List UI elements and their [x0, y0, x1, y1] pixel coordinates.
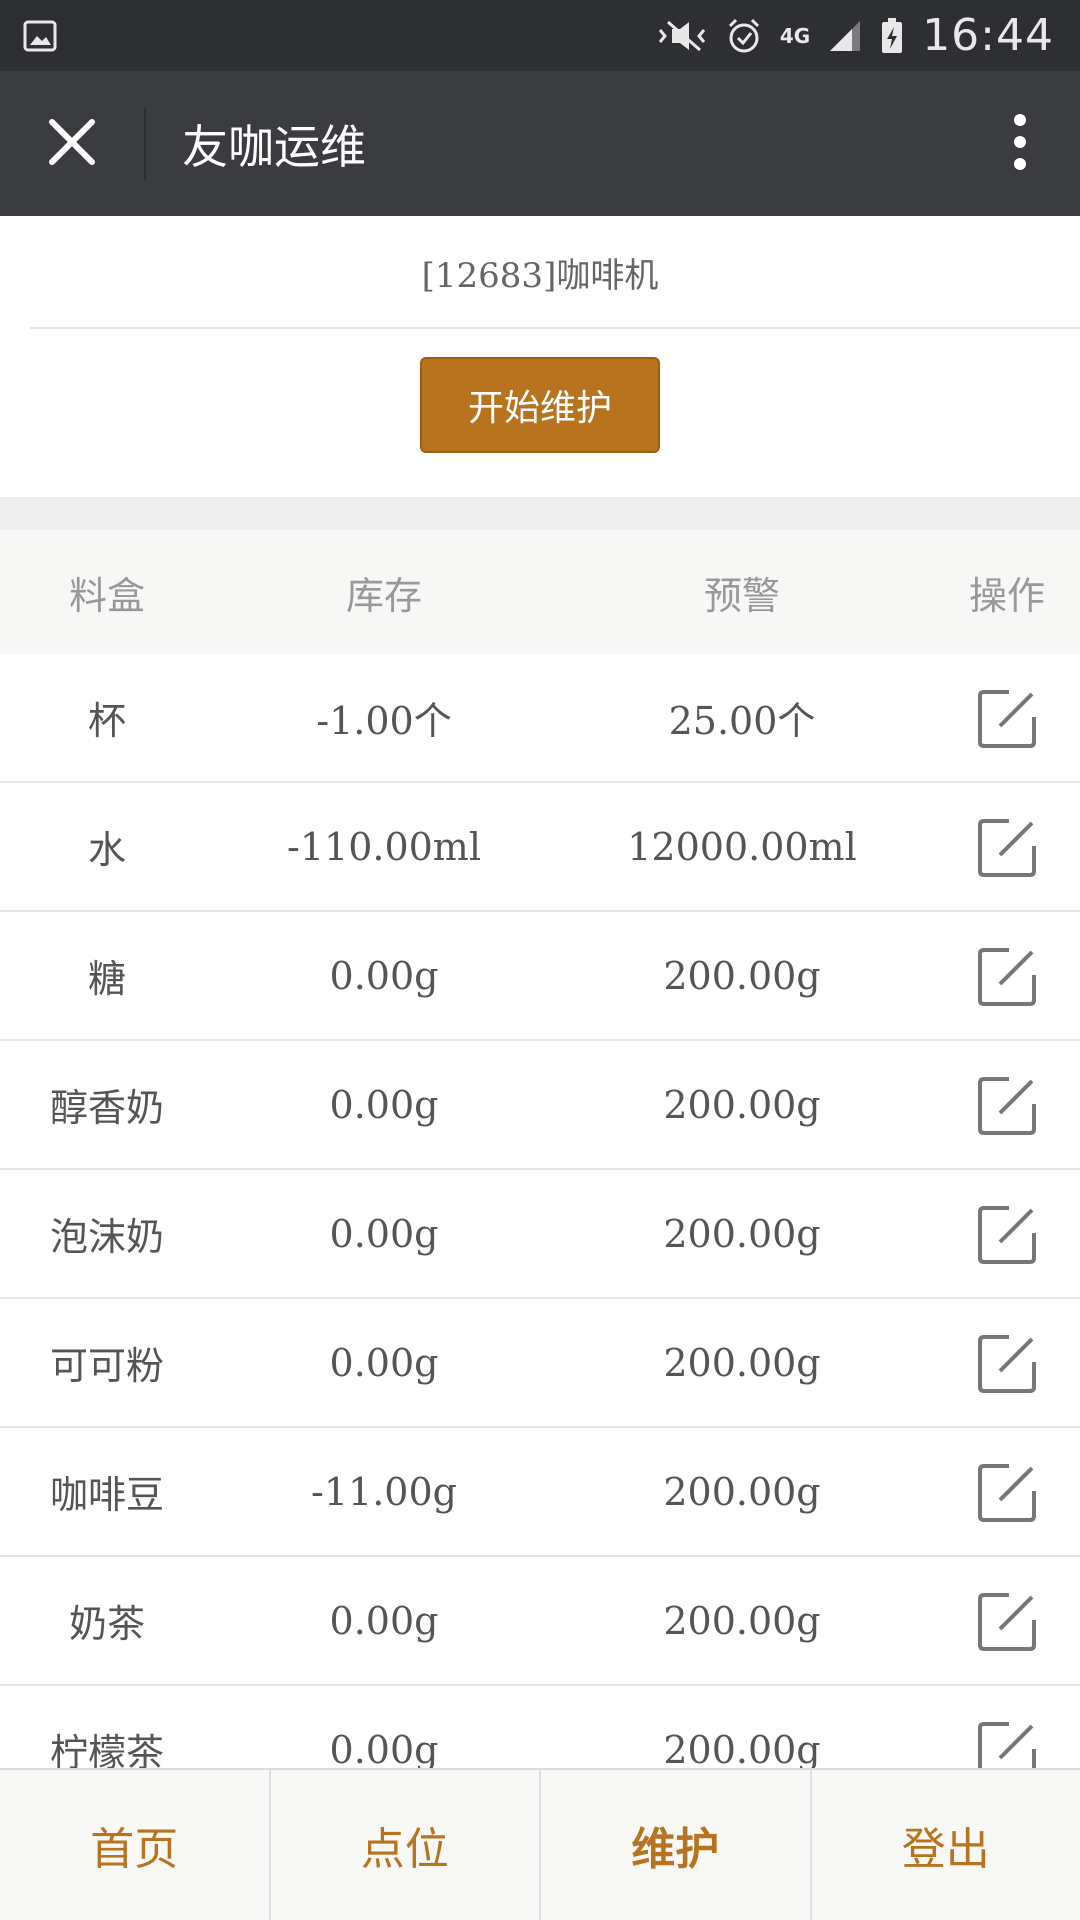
cell-stock: 0.00g: [329, 1727, 439, 1772]
cell-warning: 200.00g: [663, 1727, 821, 1772]
status-bar: 4G 16:44: [0, 0, 1080, 71]
alarm-icon: [726, 17, 762, 55]
nav-locations[interactable]: 点位: [271, 1770, 541, 1920]
device-name: [12683]咖啡机: [421, 255, 659, 296]
edit-icon[interactable]: [976, 1075, 1038, 1137]
cell-box: 泡沫奶: [49, 1215, 164, 1259]
table-row: 水 -110.00ml 12000.00ml: [0, 783, 1080, 912]
cell-warning: 200.00g: [663, 1340, 821, 1385]
title-divider: [144, 107, 146, 180]
table-row: 泡沫奶 0.00g 200.00g: [0, 1170, 1080, 1299]
cell-warning: 12000.00ml: [627, 824, 857, 869]
header-action: 操作: [968, 573, 1045, 618]
start-maintenance-button[interactable]: 开始维护: [420, 357, 660, 453]
table-row: 咖啡豆 -11.00g 200.00g: [0, 1428, 1080, 1557]
more-menu-button[interactable]: [960, 71, 1080, 216]
edit-icon[interactable]: [976, 817, 1038, 879]
cell-stock: 0.00g: [329, 1082, 439, 1127]
table-row: 可可粉 0.00g 200.00g: [0, 1299, 1080, 1428]
cell-stock: -1.00个: [316, 699, 452, 743]
cell-warning: 200.00g: [663, 1598, 821, 1643]
cell-box: 奶茶: [68, 1602, 145, 1646]
table-header: 料盒 库存 预警 操作: [0, 530, 1080, 654]
cell-warning: 200.00g: [663, 953, 821, 998]
cell-warning: 200.00g: [663, 1082, 821, 1127]
edit-icon[interactable]: [976, 1462, 1038, 1524]
mute-icon: [656, 18, 708, 54]
network-4g-icon: 4G: [779, 23, 811, 48]
cell-stock: 0.00g: [329, 1598, 439, 1643]
edit-icon[interactable]: [976, 946, 1038, 1008]
cell-stock: 0.00g: [329, 1340, 439, 1385]
edit-icon[interactable]: [976, 1591, 1038, 1653]
page-title: 友咖运维: [182, 119, 366, 174]
close-button[interactable]: [0, 71, 144, 216]
cell-warning: 200.00g: [663, 1211, 821, 1256]
edit-icon[interactable]: [976, 1204, 1038, 1266]
inventory-table: 杯 -1.00个 25.00个 水 -110.00ml 12000.00ml 糖…: [0, 654, 1080, 1815]
cell-stock: -11.00g: [311, 1469, 457, 1514]
battery-charging-icon: [880, 17, 904, 55]
header-stock: 库存: [345, 573, 422, 618]
table-row: 奶茶 0.00g 200.00g: [0, 1557, 1080, 1686]
header-warning: 预警: [703, 573, 780, 618]
cell-box: 杯: [87, 699, 126, 743]
signal-icon: [828, 19, 862, 53]
cell-warning: 25.00个: [668, 699, 816, 743]
cell-stock: 0.00g: [329, 1211, 439, 1256]
status-time: 16:44: [922, 10, 1054, 61]
cell-box: 醇香奶: [49, 1086, 164, 1130]
nav-logout[interactable]: 登出: [812, 1770, 1080, 1920]
cell-box: 可可粉: [49, 1344, 164, 1388]
cell-warning: 200.00g: [663, 1469, 821, 1514]
more-vertical-icon: [1012, 112, 1028, 176]
table-row: 杯 -1.00个 25.00个: [0, 654, 1080, 783]
cell-stock: -110.00ml: [287, 824, 481, 869]
cell-box: 糖: [87, 957, 126, 1001]
bottom-nav: 首页 点位 维护 登出: [0, 1768, 1080, 1920]
nav-home[interactable]: 首页: [0, 1770, 271, 1920]
cell-box: 咖啡豆: [49, 1473, 164, 1517]
nav-maintenance[interactable]: 维护: [541, 1770, 812, 1920]
image-icon: [22, 18, 58, 54]
edit-icon[interactable]: [976, 1333, 1038, 1395]
close-icon: [47, 117, 97, 171]
edit-icon[interactable]: [976, 688, 1038, 750]
cell-box: 水: [87, 828, 126, 872]
cell-stock: 0.00g: [329, 953, 439, 998]
table-row: 醇香奶 0.00g 200.00g: [0, 1041, 1080, 1170]
title-bar: 友咖运维: [0, 71, 1080, 216]
header-box: 料盒: [68, 573, 145, 618]
section-gap: [0, 497, 1080, 530]
table-row: 糖 0.00g 200.00g: [0, 912, 1080, 1041]
divider: [30, 327, 1080, 329]
